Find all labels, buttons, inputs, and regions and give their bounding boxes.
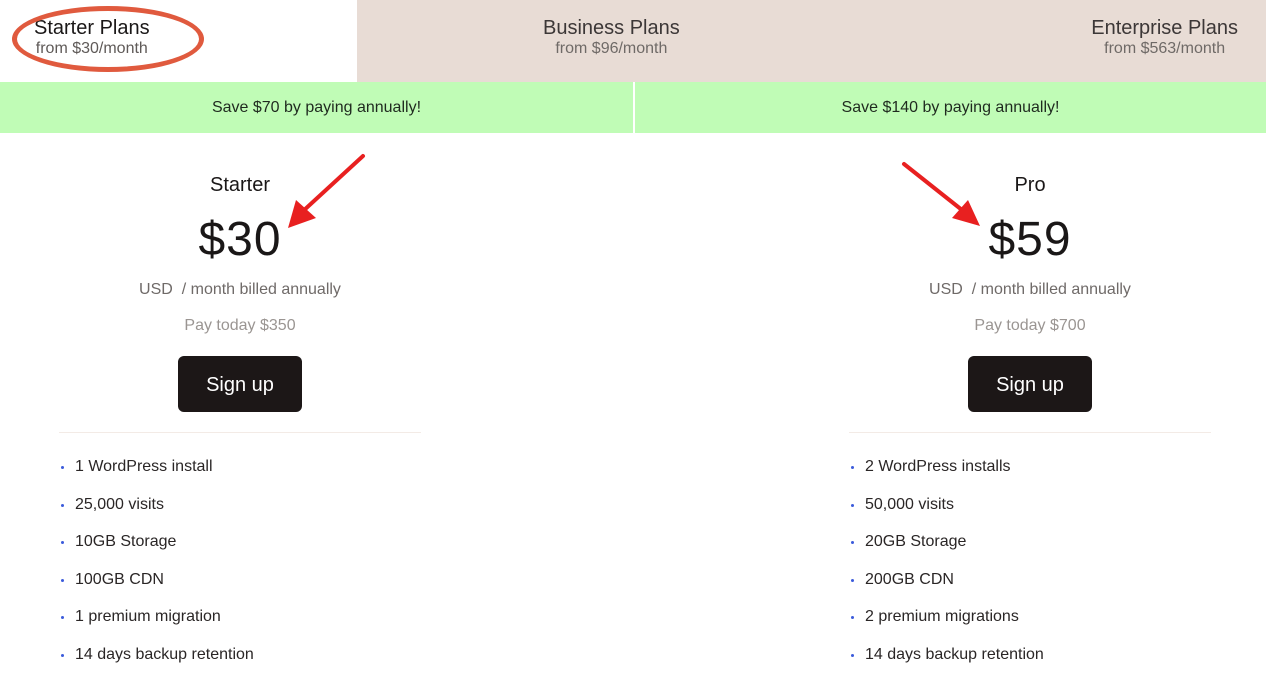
feature-item: 14 days backup retention xyxy=(59,645,421,683)
feature-item: 20GB Storage xyxy=(849,532,1211,570)
tab-business-plans[interactable]: Business Plans from $96/month xyxy=(357,0,884,82)
feature-text: 2 premium migrations xyxy=(865,608,1019,626)
feature-text: 20GB Storage xyxy=(865,533,967,551)
feature-item: 2 premium migrations xyxy=(849,607,1211,645)
tab-title: Starter Plans xyxy=(34,17,150,39)
tab-subtitle: from $30/month xyxy=(35,40,148,57)
savings-banner-row: Save $70 by paying annually! Save $140 b… xyxy=(0,82,1266,133)
feature-text: 200GB CDN xyxy=(865,570,954,588)
feature-item: 1 WordPress install xyxy=(59,457,421,495)
feature-text: 2 WordPress installs xyxy=(865,458,1011,475)
tab-title: Enterprise Plans xyxy=(1091,17,1238,39)
plan-price: $59 xyxy=(988,213,1072,266)
feature-list: 2 WordPress installs 50,000 visits 20GB … xyxy=(849,457,1211,683)
sign-up-button[interactable]: Sign up xyxy=(968,356,1092,412)
plan-name: Starter xyxy=(209,174,271,196)
bullet-icon xyxy=(851,578,854,582)
bullet-icon xyxy=(61,578,64,582)
tab-starter-plans[interactable]: Starter Plans from $30/month xyxy=(0,0,357,82)
feature-item: 14 days backup retention xyxy=(849,645,1211,683)
bullet-icon xyxy=(61,653,64,657)
bullet-icon xyxy=(61,541,64,545)
feature-text: 1 WordPress install xyxy=(75,458,213,475)
divider xyxy=(849,432,1211,433)
tab-enterprise-plans[interactable]: Enterprise Plans from $563/month xyxy=(884,0,1266,82)
feature-text: 14 days backup retention xyxy=(865,645,1044,663)
bullet-icon xyxy=(851,503,854,507)
tab-subtitle: from $563/month xyxy=(1104,40,1226,57)
feature-item: 50,000 visits xyxy=(849,495,1211,533)
feature-text: 25,000 visits xyxy=(75,495,164,513)
feature-item: 1 premium migration xyxy=(59,607,421,645)
feature-text: 1 premium migration xyxy=(75,608,221,626)
bullet-icon xyxy=(851,653,854,657)
feature-text: 14 days backup retention xyxy=(75,645,254,663)
savings-banner-pro: Save $140 by paying annually! xyxy=(635,82,1266,133)
bullet-icon xyxy=(851,616,854,620)
plan-card-starter: Starter $30 USD / month billed annually … xyxy=(59,133,421,683)
feature-text: 50,000 visits xyxy=(865,495,954,513)
bullet-icon xyxy=(61,466,64,469)
feature-text: 10GB Storage xyxy=(75,533,177,551)
bullet-icon xyxy=(61,616,64,620)
feature-list: 1 WordPress install 25,000 visits 10GB S… xyxy=(59,457,421,683)
bullet-icon xyxy=(61,503,64,507)
plan-price: $30 xyxy=(198,213,282,266)
plan-billing-period: USD / month billed annually xyxy=(929,281,1131,298)
plan-category-tabs: Starter Plans from $30/month Business Pl… xyxy=(0,0,1266,82)
savings-banner-starter: Save $70 by paying annually! xyxy=(0,82,633,133)
plan-card-pro: Pro $59 USD / month billed annually Pay … xyxy=(849,133,1211,683)
feature-item: 10GB Storage xyxy=(59,532,421,570)
divider xyxy=(59,432,421,433)
feature-item: 2 WordPress installs xyxy=(849,457,1211,495)
inactive-tabs: Business Plans from $96/month Enterprise… xyxy=(357,0,1266,82)
plan-pay-today: Pay today $700 xyxy=(974,317,1086,334)
feature-item: 200GB CDN xyxy=(849,570,1211,608)
feature-item: 25,000 visits xyxy=(59,495,421,533)
plan-pay-today: Pay today $350 xyxy=(184,317,296,334)
feature-text: 100GB CDN xyxy=(75,570,164,588)
feature-item: 100GB CDN xyxy=(59,570,421,608)
plan-billing-period: USD / month billed annually xyxy=(139,281,341,298)
sign-up-button[interactable]: Sign up xyxy=(178,356,302,412)
bullet-icon xyxy=(851,541,854,545)
bullet-icon xyxy=(851,466,854,469)
plan-name: Pro xyxy=(1014,174,1046,196)
tab-title: Business Plans xyxy=(543,17,680,39)
tab-subtitle: from $96/month xyxy=(555,40,668,57)
